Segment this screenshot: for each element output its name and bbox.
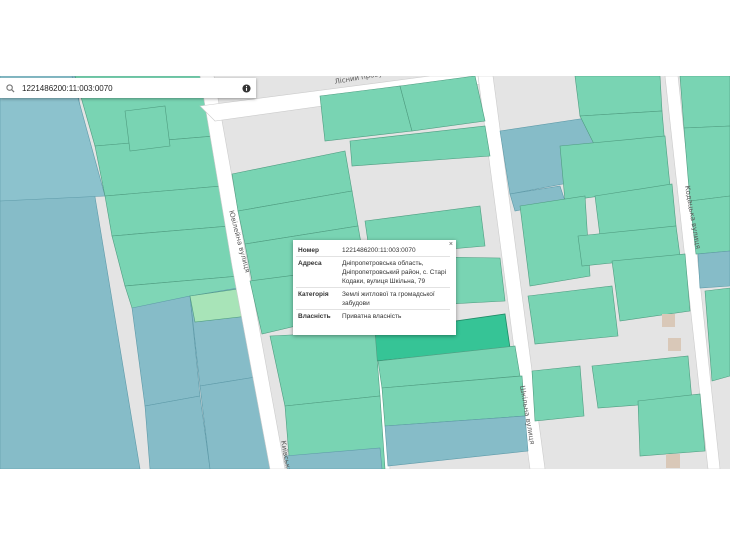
table-row: Власність Приватна власність: [296, 310, 450, 323]
parcel[interactable]: [531, 365, 585, 422]
parcel-info-popup: × Номер 1221486200:11:003:0070 Адреса Дн…: [293, 240, 456, 335]
parcel[interactable]: [679, 76, 730, 129]
parcel[interactable]: [111, 225, 241, 287]
parcel-info-table: Номер 1221486200:11:003:0070 Адреса Дніп…: [296, 244, 450, 322]
row-value-address: Дніпропетровська область, Дніпропетровсь…: [338, 256, 450, 288]
building: [666, 454, 680, 468]
parcel[interactable]: [527, 285, 619, 345]
parcel[interactable]: [144, 395, 211, 469]
info-icon[interactable]: [236, 78, 256, 98]
parcel[interactable]: [697, 250, 730, 289]
table-row: Номер 1221486200:11:003:0070: [296, 244, 450, 257]
row-label-category: Категорія: [296, 287, 338, 310]
parcel[interactable]: [637, 393, 706, 457]
row-value-number: 1221486200:11:003:0070: [338, 244, 450, 257]
parcel[interactable]: [399, 76, 486, 132]
parcel[interactable]: [611, 253, 691, 322]
table-row: Категорія Землі житлової та громадської …: [296, 287, 450, 310]
search-icon[interactable]: [0, 78, 20, 98]
search-input[interactable]: [20, 83, 236, 93]
row-label-address: Адреса: [296, 256, 338, 288]
building: [662, 314, 675, 327]
row-value-category: Землі житлової та громадської забудови: [338, 287, 450, 310]
close-icon[interactable]: ×: [449, 241, 453, 249]
table-row: Адреса Дніпропетровська область, Дніпроп…: [296, 256, 450, 288]
row-label-number: Номер: [296, 244, 338, 257]
parcel[interactable]: [124, 105, 171, 152]
parcel[interactable]: [269, 330, 381, 407]
parcel[interactable]: [574, 76, 663, 117]
row-label-ownership: Власність: [298, 312, 331, 320]
search-bar: [0, 78, 256, 98]
row-value-ownership: Приватна власність: [342, 312, 402, 320]
building: [668, 338, 681, 351]
parcel[interactable]: [319, 85, 413, 142]
